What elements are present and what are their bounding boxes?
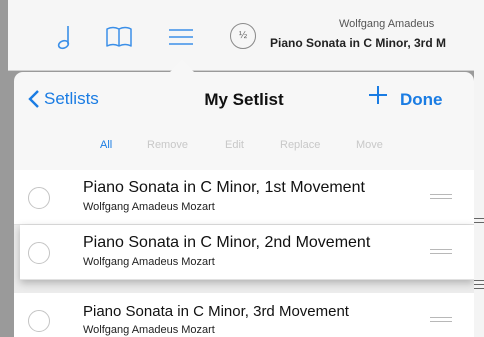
list-item[interactable]: Piano Sonata in C Minor, 1st Movement Wo… — [14, 170, 474, 225]
score-background — [474, 70, 484, 337]
segment-edit[interactable]: Edit — [225, 139, 244, 151]
item-title: Piano Sonata in C Minor, 2nd Movement — [83, 234, 371, 251]
book-icon[interactable] — [104, 22, 134, 52]
segment-all[interactable]: All — [100, 139, 112, 151]
segment-remove[interactable]: Remove — [147, 139, 188, 151]
drag-handle-icon[interactable] — [430, 194, 452, 202]
done-button[interactable]: Done — [400, 90, 443, 110]
list-item[interactable]: Piano Sonata in C Minor, 3rd Movement Wo… — [14, 293, 474, 337]
item-title: Piano Sonata in C Minor, 3rd Movement — [83, 303, 349, 320]
item-composer: Wolfgang Amadeus Mozart — [83, 201, 215, 213]
note-icon[interactable] — [50, 22, 80, 52]
item-composer: Wolfgang Amadeus Mozart — [83, 256, 215, 268]
list-item[interactable]: Piano Sonata in C Minor, 2nd Movement Wo… — [20, 225, 474, 280]
popover-arrow — [170, 60, 194, 72]
setlist-popover: Setlists My Setlist Done All Remove Edit… — [14, 72, 474, 337]
top-toolbar: ½ Wolfgang Amadeus Piano Sonata in C Min… — [8, 0, 484, 71]
item-composer: Wolfgang Amadeus Mozart — [83, 324, 215, 336]
drag-handle-icon[interactable] — [430, 317, 452, 325]
plus-icon — [369, 86, 387, 104]
list-icon[interactable] — [166, 22, 196, 52]
select-radio[interactable] — [28, 242, 50, 264]
setlist-items: Piano Sonata in C Minor, 1st Movement Wo… — [14, 170, 474, 337]
item-title: Piano Sonata in C Minor, 1st Movement — [83, 179, 365, 196]
page-badge[interactable]: ½ — [230, 23, 256, 49]
current-composer: Wolfgang Amadeus — [339, 18, 435, 30]
current-title: Piano Sonata in C Minor, 3rd M — [270, 36, 447, 50]
drag-handle-icon[interactable] — [430, 249, 452, 257]
segment-replace[interactable]: Replace — [280, 139, 320, 151]
segment-move[interactable]: Move — [356, 139, 383, 151]
add-button[interactable] — [367, 84, 391, 108]
select-radio[interactable] — [28, 187, 50, 209]
select-radio[interactable] — [28, 310, 50, 332]
